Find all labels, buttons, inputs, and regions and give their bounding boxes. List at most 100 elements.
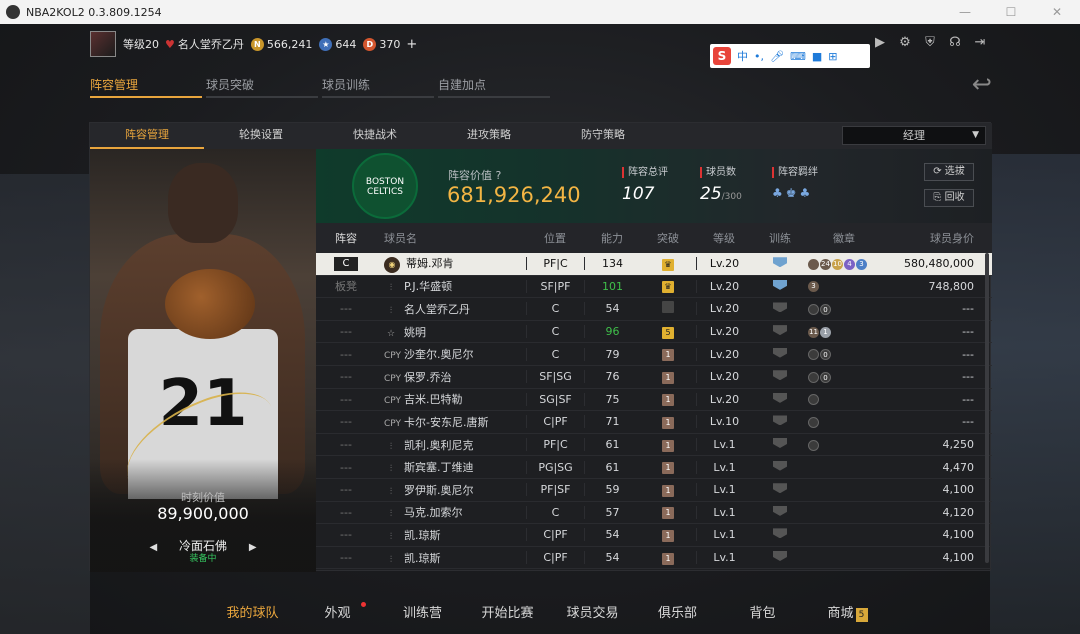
table-row[interactable]: --- ⫶ 斯宾塞.丁维迪 PG|SG 61 1 Lv.1 4,470 bbox=[316, 456, 992, 479]
ime-toolbar[interactable]: S 中 •, 🎤︎ ⌨ ■ ⊞ bbox=[710, 44, 870, 68]
ime-language-label[interactable]: 中 bbox=[737, 48, 748, 64]
star-currency-icon: ★ bbox=[319, 37, 333, 51]
col-role[interactable]: 阵容 bbox=[316, 230, 376, 246]
row-training[interactable] bbox=[752, 257, 808, 270]
hall-of-fame-icon: ♥ bbox=[165, 37, 175, 51]
nav-club[interactable]: 俱乐部 bbox=[635, 602, 720, 622]
video-icon[interactable]: ▶ bbox=[872, 34, 888, 50]
exit-icon[interactable]: ⇥ bbox=[972, 34, 988, 50]
row-training[interactable] bbox=[752, 551, 808, 564]
subtab-rotation[interactable]: 轮换设置 bbox=[204, 123, 318, 149]
table-row[interactable]: --- ⫶ 凯.琼斯 C|PF 54 1 Lv.1 4,100 bbox=[316, 524, 992, 547]
sub-tabs: 阵容管理 轮换设置 快捷战术 进攻策略 防守策略 经理 ▼ bbox=[90, 123, 992, 149]
player-name-text: 吉米.巴特勒 bbox=[404, 393, 463, 407]
back-arrow-icon[interactable]: ↩ bbox=[972, 70, 992, 98]
close-button[interactable]: ✕ bbox=[1034, 0, 1080, 24]
table-row[interactable]: C ◉ 蒂姆.邓肯 PF|C 134 ♛ Lv.20 24 10 4 3 580,480,000 bbox=[316, 253, 992, 276]
row-training[interactable] bbox=[752, 460, 808, 474]
row-training[interactable] bbox=[752, 438, 808, 451]
microphone-icon[interactable]: 🎤︎ bbox=[770, 50, 784, 63]
col-position[interactable]: 位置 bbox=[526, 230, 584, 246]
table-row[interactable]: --- ⫶ 名人堂乔乙丹 C 54 Lv.20 0 --- bbox=[316, 298, 992, 321]
row-training[interactable] bbox=[752, 483, 808, 496]
arena-background-left bbox=[0, 174, 90, 634]
table-row[interactable]: --- CPY 卡尔-安东尼.唐斯 C|PF 71 1 Lv.10 --- bbox=[316, 411, 992, 434]
col-name[interactable]: 球员名 bbox=[376, 230, 526, 246]
headset-icon[interactable]: ☊ bbox=[947, 34, 963, 50]
ime-punct-icon[interactable]: •, bbox=[754, 50, 764, 63]
shield-icon[interactable]: ⛨ bbox=[922, 34, 938, 50]
row-training[interactable] bbox=[752, 528, 808, 541]
table-row[interactable]: --- CPY 沙奎尔.奥尼尔 C 79 1 Lv.20 0 --- bbox=[316, 343, 992, 366]
col-level[interactable]: 等级 bbox=[696, 230, 752, 246]
add-currency-button[interactable]: + bbox=[406, 37, 417, 52]
skin-icon[interactable]: ■ bbox=[812, 50, 822, 63]
training-icon bbox=[773, 257, 787, 268]
row-worth: --- bbox=[962, 347, 974, 361]
row-ability: 57 bbox=[584, 505, 640, 519]
nav-player-trade[interactable]: 球员交易 bbox=[550, 602, 635, 622]
keyboard-icon[interactable]: ⌨ bbox=[790, 50, 806, 63]
nav-backpack[interactable]: 背包 bbox=[720, 602, 805, 622]
table-scrollbar[interactable] bbox=[985, 253, 989, 563]
col-ability[interactable]: 能力 bbox=[584, 230, 640, 246]
nav-appearance[interactable]: 外观 bbox=[295, 602, 380, 622]
nav-my-team[interactable]: 我的球队 bbox=[210, 602, 295, 622]
table-row[interactable]: --- CPY 吉米.巴特勒 SG|SF 75 1 Lv.20 --- bbox=[316, 389, 992, 412]
subtab-quick-tactics[interactable]: 快捷战术 bbox=[318, 123, 432, 149]
row-training[interactable] bbox=[752, 392, 808, 406]
row-worth: --- bbox=[962, 392, 974, 406]
row-ability: 54 bbox=[584, 551, 640, 565]
row-worth: --- bbox=[962, 370, 974, 384]
row-role: --- bbox=[340, 505, 352, 519]
row-worth: --- bbox=[962, 302, 974, 316]
table-row[interactable]: --- ⫶ 凯利.奥利尼克 PF|C 61 1 Lv.1 4,250 bbox=[316, 434, 992, 457]
row-training[interactable] bbox=[752, 302, 808, 315]
row-breakthrough: 1 bbox=[640, 392, 696, 407]
avatar[interactable] bbox=[90, 31, 116, 57]
nav-shop[interactable]: 商城 5 bbox=[805, 602, 890, 622]
row-player-name: ⫶ 凯.琼斯 bbox=[376, 550, 526, 566]
tab-roster-management[interactable]: 阵容管理 bbox=[90, 74, 202, 98]
table-row[interactable]: 板凳 ⫶ P.J.华盛顿 SF|PF 101 ♛ Lv.20 3 748,800 bbox=[316, 276, 992, 299]
row-training[interactable] bbox=[752, 279, 808, 293]
mode-dropdown[interactable]: 经理 ▼ bbox=[842, 126, 986, 145]
row-training[interactable] bbox=[752, 415, 808, 428]
table-row[interactable]: --- ⫶ 罗伊斯.奥尼尔 PF|SF 59 1 Lv.1 4,100 bbox=[316, 479, 992, 502]
breakthrough-badge-icon: ♛ bbox=[662, 258, 674, 271]
table-row[interactable]: --- ☆ 姚明 C 96 5 Lv.20 11 1 --- bbox=[316, 321, 992, 344]
maximize-button[interactable]: ☐ bbox=[988, 0, 1034, 24]
training-icon bbox=[773, 460, 787, 471]
chemistry-icons[interactable]: ♣♚♣ bbox=[772, 186, 818, 200]
row-position: C|PF bbox=[526, 415, 584, 429]
subtab-defense[interactable]: 防守策略 bbox=[546, 123, 660, 149]
minimize-button[interactable]: — bbox=[942, 0, 988, 24]
nav-start-game[interactable]: 开始比赛 bbox=[465, 602, 550, 622]
tab-player-breakthrough[interactable]: 球员突破 bbox=[206, 74, 318, 98]
recycle-button[interactable]: ⎘ 回收 bbox=[924, 189, 974, 207]
row-training[interactable] bbox=[752, 370, 808, 383]
help-icon[interactable]: ? bbox=[496, 169, 502, 182]
subtab-offense[interactable]: 进攻策略 bbox=[432, 123, 546, 149]
col-breakthrough[interactable]: 突破 bbox=[640, 230, 696, 246]
table-row[interactable]: --- ⫶ 凯.琼斯 C|PF 54 1 Lv.1 4,100 bbox=[316, 547, 992, 570]
select-button[interactable]: ⟳ 选拔 bbox=[924, 163, 974, 181]
table-row[interactable]: --- ⫶ 马克.加索尔 C 57 1 Lv.1 4,120 bbox=[316, 502, 992, 525]
row-level: Lv.10 bbox=[696, 415, 752, 429]
gear-icon[interactable]: ⚙ bbox=[897, 34, 913, 50]
col-badges[interactable]: 徽章 bbox=[808, 230, 880, 246]
nav-training-camp[interactable]: 训练营 bbox=[380, 602, 465, 622]
row-player-name: ⫶ 名人堂乔乙丹 bbox=[376, 301, 526, 317]
row-training[interactable] bbox=[752, 325, 808, 338]
table-row[interactable]: --- CPY 保罗.乔治 SF|SG 76 1 Lv.20 0 --- bbox=[316, 366, 992, 389]
col-worth[interactable]: 球员身价 bbox=[880, 230, 992, 246]
row-training[interactable] bbox=[752, 347, 808, 361]
col-training[interactable]: 训练 bbox=[752, 230, 808, 246]
subtab-roster[interactable]: 阵容管理 bbox=[90, 123, 204, 149]
row-training[interactable] bbox=[752, 505, 808, 519]
tab-player-training[interactable]: 球员训练 bbox=[322, 74, 434, 98]
player-card[interactable]: 21 时刻价值 89,900,000 ◀ 冷面石佛 ▶ 装备中 bbox=[90, 149, 316, 572]
signal-icon: ⫶ bbox=[389, 441, 393, 452]
grid-icon[interactable]: ⊞ bbox=[828, 50, 837, 63]
tab-custom-points[interactable]: 自建加点 bbox=[438, 74, 550, 98]
